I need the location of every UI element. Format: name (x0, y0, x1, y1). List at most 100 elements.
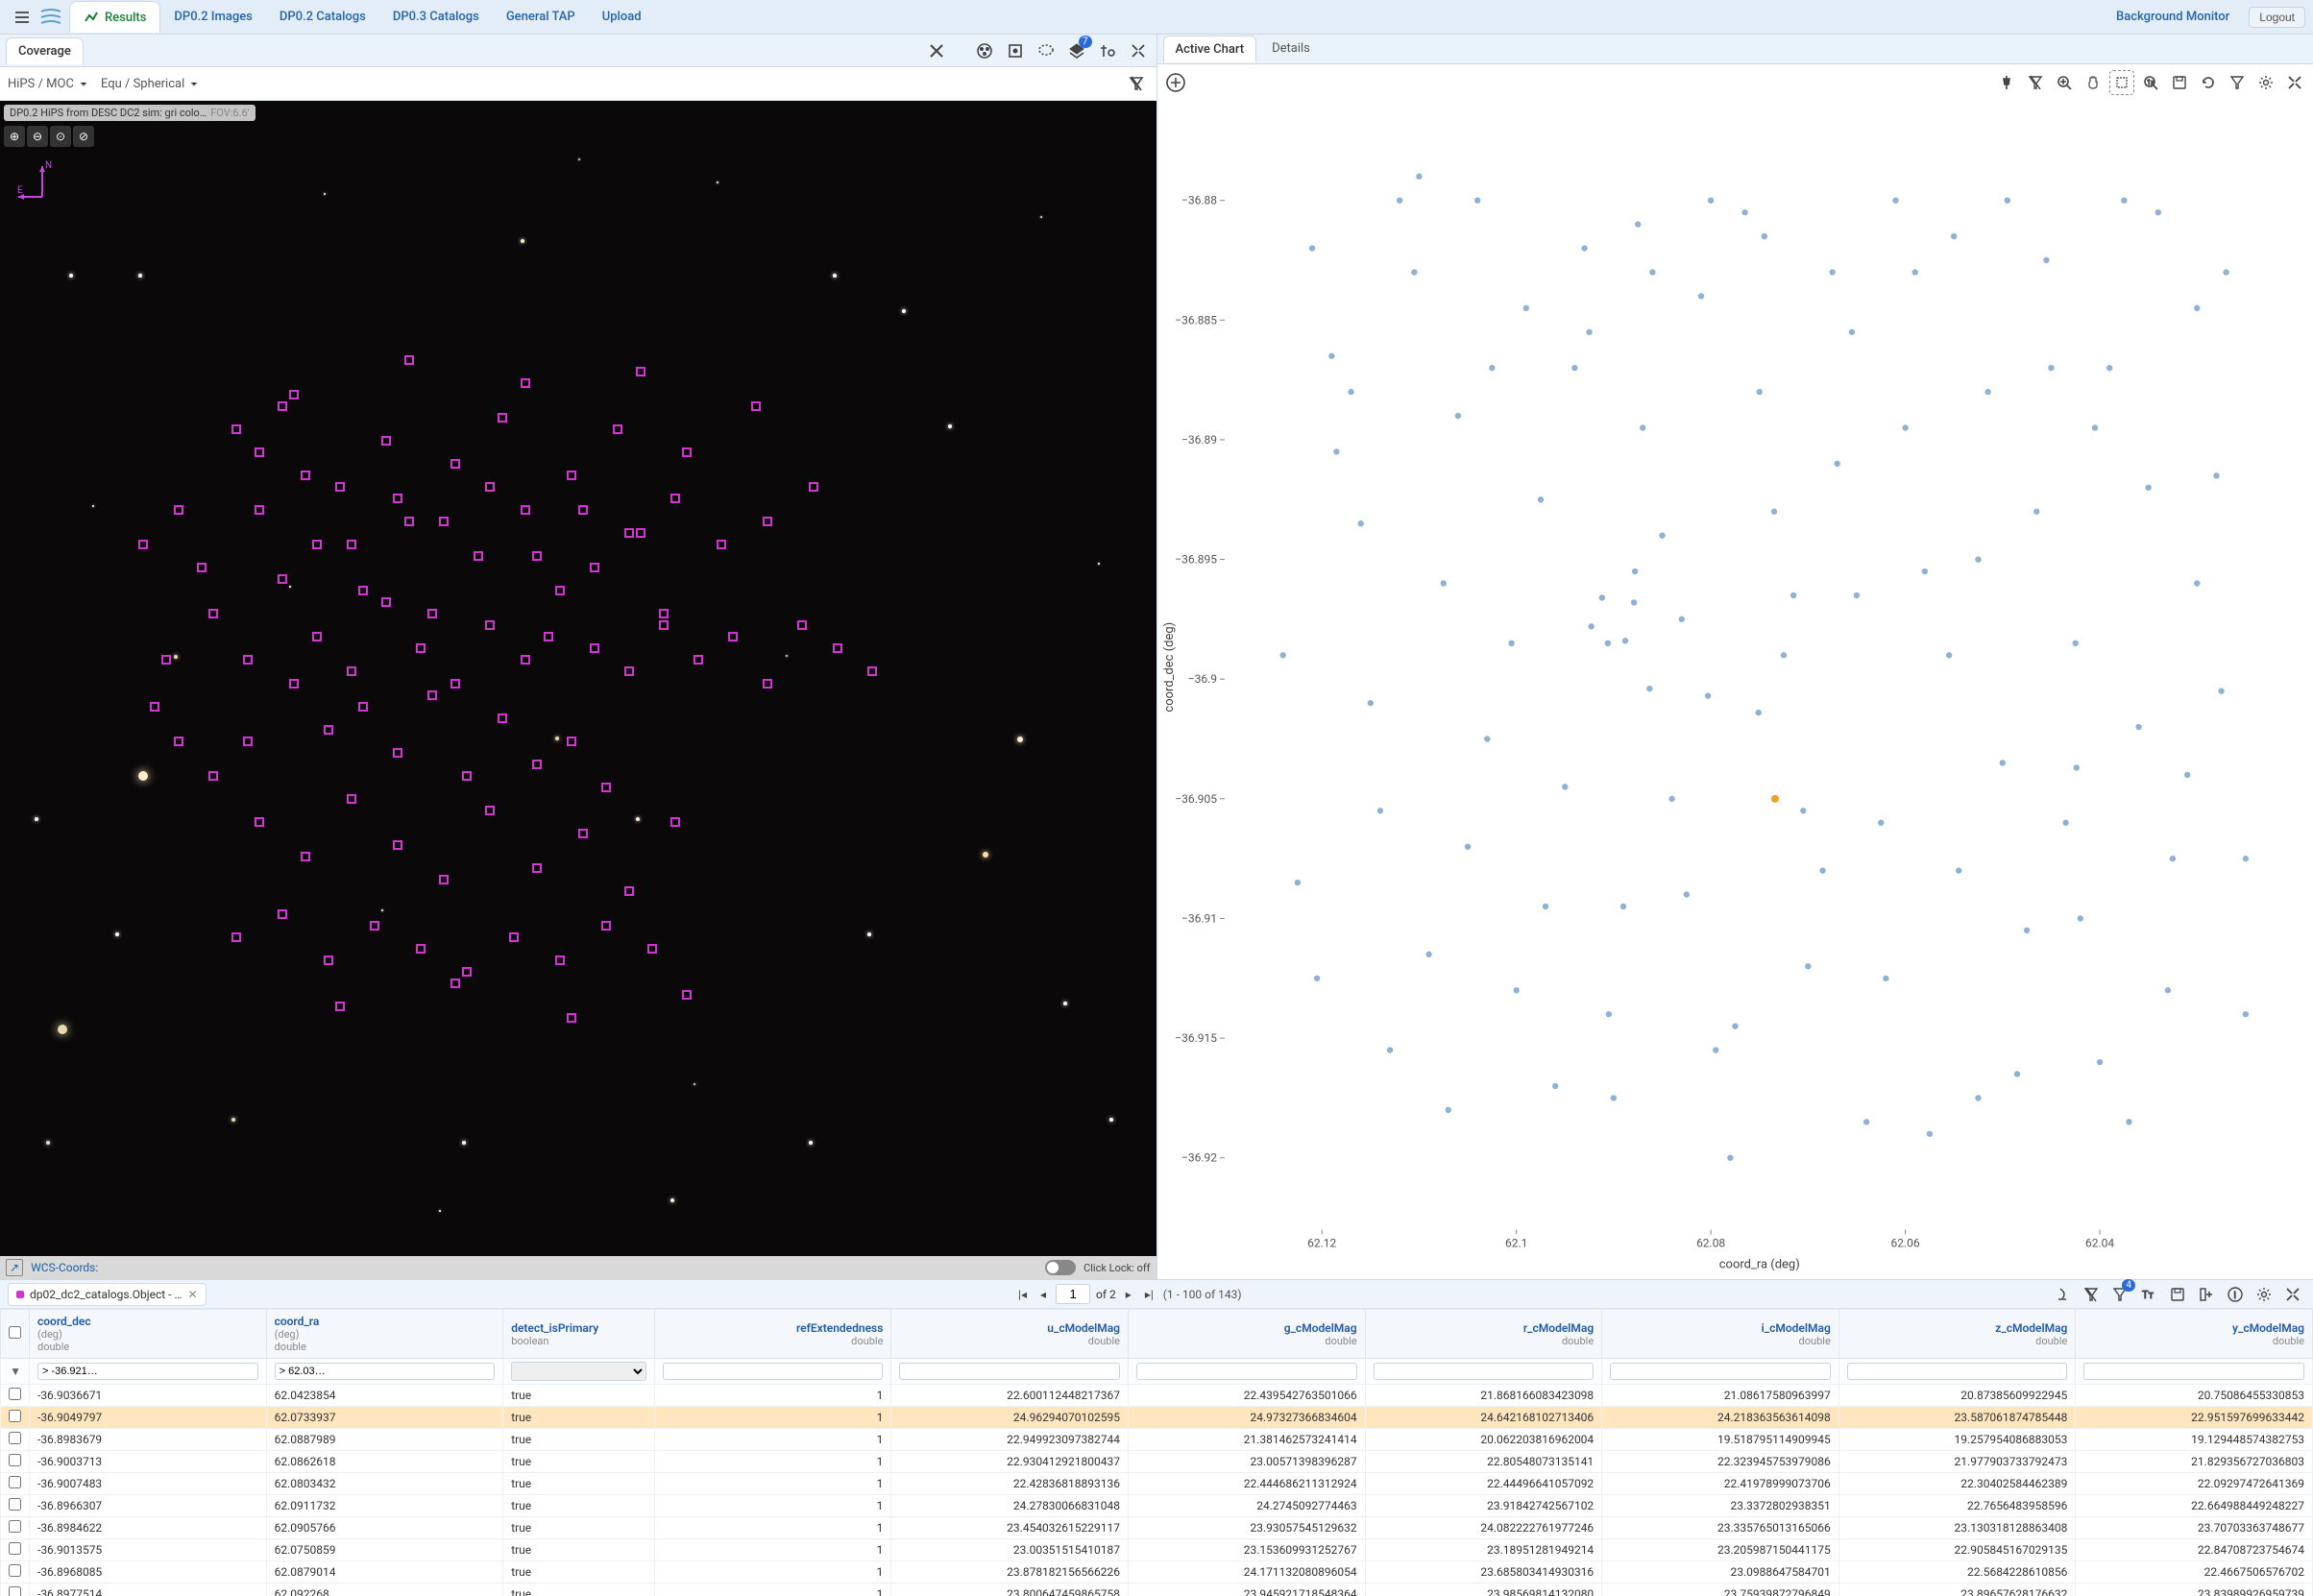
select-all-checkbox[interactable] (9, 1326, 21, 1339)
filter-i_cModelMag[interactable] (1610, 1363, 1831, 1380)
menu-icon[interactable] (8, 3, 37, 32)
catalog-marker[interactable] (694, 655, 703, 665)
catalog-marker[interactable] (427, 609, 437, 618)
unfilter-icon[interactable] (2023, 70, 2048, 95)
catalog-marker[interactable] (404, 517, 414, 526)
catalog-marker[interactable] (485, 482, 495, 492)
filter-u_cModelMag[interactable] (899, 1363, 1120, 1380)
catalog-marker[interactable] (624, 666, 634, 676)
catalog-marker[interactable] (243, 737, 253, 746)
table-expand-icon[interactable] (2280, 1282, 2305, 1307)
catalog-marker[interactable] (278, 574, 287, 584)
catalog-marker[interactable] (393, 840, 402, 850)
table-row[interactable]: -36.900748362.0803432true122.42836818893… (1, 1473, 2313, 1495)
sky-image[interactable]: DP0.2 HiPS from DESC DC2 sim: gri colo…F… (0, 101, 1156, 1256)
col-r_cModelMag[interactable]: r_cModelMagdouble (1365, 1310, 1602, 1359)
catalog-marker[interactable] (231, 932, 241, 942)
catalog-marker[interactable] (521, 505, 530, 515)
catalog-marker[interactable] (532, 863, 542, 873)
catalog-marker[interactable] (867, 666, 877, 676)
row-checkbox[interactable] (9, 1542, 21, 1555)
catalog-marker[interactable] (636, 528, 645, 538)
app-logo-icon[interactable] (37, 3, 65, 32)
row-checkbox[interactable] (9, 1476, 21, 1488)
catalog-marker[interactable] (347, 540, 356, 549)
zoom-reset-icon[interactable]: ⊘ (73, 126, 94, 147)
row-checkbox[interactable] (9, 1432, 21, 1444)
table-row[interactable]: -36.901357562.0750859true123.00351515410… (1, 1539, 2313, 1561)
prev-page-icon[interactable]: ◂ (1036, 1286, 1050, 1303)
table-row[interactable]: -36.900371362.0862618true122.93041292180… (1, 1451, 2313, 1473)
catalog-marker[interactable] (278, 401, 287, 411)
save-chart-icon[interactable] (2167, 70, 2192, 95)
catalog-marker[interactable] (601, 783, 611, 792)
filter-coord_ra[interactable] (275, 1363, 496, 1380)
page-input[interactable] (1056, 1284, 1090, 1304)
catalog-marker[interactable] (567, 1013, 576, 1023)
catalog-marker[interactable] (578, 505, 588, 515)
catalog-marker[interactable] (555, 586, 565, 595)
catalog-marker[interactable] (231, 424, 241, 434)
catalog-marker[interactable] (462, 771, 472, 781)
subtab-coverage[interactable]: Coverage (6, 37, 84, 64)
clicklock-toggle[interactable] (1045, 1260, 1076, 1275)
table-row[interactable]: -36.904979762.0733937true124.96294070102… (1, 1407, 2313, 1429)
last-page-icon[interactable]: ▸| (1141, 1286, 1157, 1303)
catalog-marker[interactable] (358, 586, 368, 595)
tab-dp0-2-catalogs[interactable]: DP0.2 Catalogs (266, 1, 379, 33)
table-row[interactable]: -36.898462262.0905766true123.45403261522… (1, 1517, 2313, 1539)
catalog-marker[interactable] (450, 979, 460, 988)
tab-results[interactable]: Results (69, 1, 160, 33)
tab-dp0-3-catalogs[interactable]: DP0.3 Catalogs (379, 1, 493, 33)
catalog-marker[interactable] (728, 632, 738, 641)
catalog-marker[interactable] (509, 932, 519, 942)
col-coord_dec[interactable]: coord_dec(deg)double (30, 1310, 267, 1359)
col-refExtendedness[interactable]: refExtendednessdouble (654, 1310, 891, 1359)
pan-icon[interactable] (2081, 70, 2106, 95)
popout-icon[interactable]: ↗ (6, 1259, 23, 1276)
microscope-icon[interactable] (2050, 1282, 2075, 1307)
catalog-marker[interactable] (416, 944, 426, 954)
catalog-marker[interactable] (590, 563, 599, 572)
catalog-marker[interactable] (358, 702, 368, 712)
catalog-marker[interactable] (624, 886, 634, 896)
catalog-marker[interactable] (670, 817, 680, 827)
catalog-marker[interactable] (498, 713, 507, 723)
filter-z_cModelMag[interactable] (1847, 1363, 2068, 1380)
catalog-marker[interactable] (833, 643, 842, 653)
text-options-icon[interactable]: Tт (2136, 1282, 2161, 1307)
col-detect_isPrimary[interactable]: detect_isPrimaryboolean (503, 1310, 655, 1359)
center-icon[interactable] (1003, 38, 1028, 63)
filter-r_cModelMag[interactable] (1374, 1363, 1595, 1380)
table-settings-icon[interactable] (2252, 1282, 2276, 1307)
logout-button[interactable]: Logout (2249, 7, 2305, 28)
catalog-marker[interactable] (532, 760, 542, 769)
catalog-marker[interactable] (450, 459, 460, 469)
catalog-marker[interactable] (324, 955, 333, 965)
catalog-marker[interactable] (532, 551, 542, 561)
filter-chart-icon[interactable] (2225, 70, 2250, 95)
table-tab[interactable]: dp02_dc2_catalogs.Object - … ✕ (8, 1283, 207, 1306)
zoom-out-icon[interactable]: ⊖ (27, 126, 48, 147)
col-g_cModelMag[interactable]: g_cModelMagdouble (1129, 1310, 1366, 1359)
catalog-marker[interactable] (462, 967, 472, 977)
col-u_cModelMag[interactable]: u_cModelMagdouble (891, 1310, 1129, 1359)
catalog-marker[interactable] (335, 482, 345, 492)
table-row[interactable]: -36.903667162.0423854true122.60011244821… (1, 1385, 2313, 1407)
catalog-marker[interactable] (659, 609, 669, 618)
catalog-marker[interactable] (255, 505, 264, 515)
catalog-marker[interactable] (613, 424, 622, 434)
catalog-marker[interactable] (161, 655, 171, 665)
layers-icon[interactable] (1064, 38, 1089, 63)
tab-dp0-2-images[interactable]: DP0.2 Images (160, 1, 265, 33)
catalog-marker[interactable] (485, 620, 495, 630)
markers-toggle-icon[interactable] (1095, 38, 1120, 63)
close-tab-icon[interactable]: ✕ (187, 1288, 197, 1301)
catalog-marker[interactable] (450, 679, 460, 689)
catalog-marker[interactable] (809, 482, 818, 492)
catalog-marker[interactable] (347, 666, 356, 676)
col-y_cModelMag[interactable]: y_cModelMagdouble (2076, 1310, 2313, 1359)
clear-table-filter-icon[interactable] (2079, 1282, 2104, 1307)
save-table-icon[interactable] (2165, 1282, 2190, 1307)
catalog-marker[interactable] (197, 563, 207, 572)
